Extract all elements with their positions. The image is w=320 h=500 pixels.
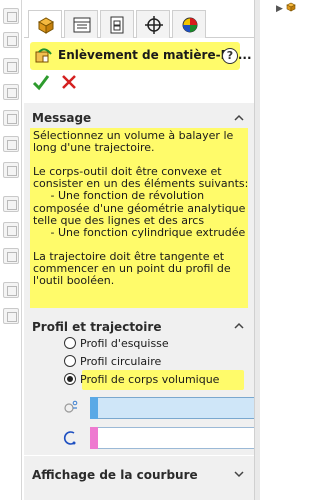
ok-button[interactable] xyxy=(32,73,50,91)
tab-feature-manager[interactable] xyxy=(28,10,62,38)
message-section-title: Message xyxy=(32,111,92,125)
radio-label: Profil de corps volumique xyxy=(80,373,220,386)
property-manager-icon xyxy=(73,17,91,33)
dimxpert-manager-icon xyxy=(145,16,163,34)
feature-title-bar: Enlèvement de matière-Ba... xyxy=(30,42,252,70)
graphics-area[interactable] xyxy=(254,0,301,500)
configuration-manager-icon xyxy=(110,16,124,34)
radio-circular-profile[interactable]: Profil circulaire xyxy=(64,355,161,371)
tree-expand-icon[interactable]: ▶ xyxy=(276,4,283,14)
message-text-box: Sélectionnez un volume à balayer le long… xyxy=(30,128,248,308)
chevron-up-icon[interactable] xyxy=(234,113,244,123)
tab-property-manager[interactable] xyxy=(64,10,98,38)
radio-sketch-profile[interactable]: Profil d'esquisse xyxy=(64,337,169,353)
tool-body-selection-field[interactable] xyxy=(90,397,258,419)
tool-body-color-swatch xyxy=(90,397,98,419)
tool-body-icon xyxy=(64,400,78,413)
radio-button[interactable] xyxy=(64,337,76,349)
part-icon[interactable] xyxy=(286,2,296,12)
message-line: telle que des lignes et des arcs xyxy=(33,213,205,227)
chevron-up-icon[interactable] xyxy=(234,321,244,331)
toolbar-button-icon[interactable] xyxy=(3,222,19,238)
radio-button[interactable] xyxy=(64,355,76,367)
toolbar-button-icon[interactable] xyxy=(3,110,19,126)
panel-splitter[interactable] xyxy=(254,0,260,500)
display-manager-icon xyxy=(182,17,198,33)
manager-tabs xyxy=(24,8,254,38)
message-line: long d'une trajectoire. xyxy=(33,141,155,155)
toolbar-button-icon[interactable] xyxy=(3,32,19,48)
swept-cut-icon xyxy=(35,48,52,63)
path-selection-field[interactable] xyxy=(90,427,258,449)
tab-display-manager[interactable] xyxy=(172,10,206,38)
radio-button[interactable] xyxy=(64,373,76,385)
toolbar-button-icon[interactable] xyxy=(3,196,19,212)
toolbar-button-icon[interactable] xyxy=(3,84,19,100)
tab-configuration-manager[interactable] xyxy=(100,10,134,38)
toolbar-button-icon[interactable] xyxy=(3,8,19,24)
message-line: composée d'une géométrie analytique xyxy=(33,201,246,215)
toolbar-button-icon[interactable] xyxy=(3,308,19,324)
path-color-swatch xyxy=(90,427,98,449)
tab-dimxpert-manager[interactable] xyxy=(136,10,170,38)
curvature-display-section: Affichage de la courbure xyxy=(24,456,254,500)
curvature-section-title: Affichage de la courbure xyxy=(32,468,198,482)
message-line: l'outil booléen. xyxy=(33,274,115,288)
toolbar-button-icon[interactable] xyxy=(3,58,19,74)
radio-label: Profil d'esquisse xyxy=(80,337,169,350)
radio-label: Profil circulaire xyxy=(80,355,162,368)
toolbar-button-icon[interactable] xyxy=(3,136,19,152)
message-line: - Une fonction cylindrique extrudée xyxy=(33,225,246,239)
message-line: - Une fonction de révolution xyxy=(33,189,205,203)
profile-section-title: Profil et trajectoire xyxy=(32,320,162,334)
toolbar-button-icon[interactable] xyxy=(3,248,19,264)
radio-solid-profile[interactable]: Profil de corps volumique xyxy=(64,373,219,389)
cancel-button[interactable] xyxy=(60,73,78,91)
property-manager-panel: Enlèvement de matière-Ba... ? Message Sé… xyxy=(24,0,258,500)
chevron-down-icon[interactable] xyxy=(234,469,244,479)
left-toolbar xyxy=(0,0,22,500)
help-icon[interactable]: ? xyxy=(222,48,238,64)
feature-manager-icon xyxy=(37,17,55,34)
toolbar-button-icon[interactable] xyxy=(3,162,19,178)
path-icon xyxy=(63,431,76,445)
toolbar-button-icon[interactable] xyxy=(3,282,19,298)
